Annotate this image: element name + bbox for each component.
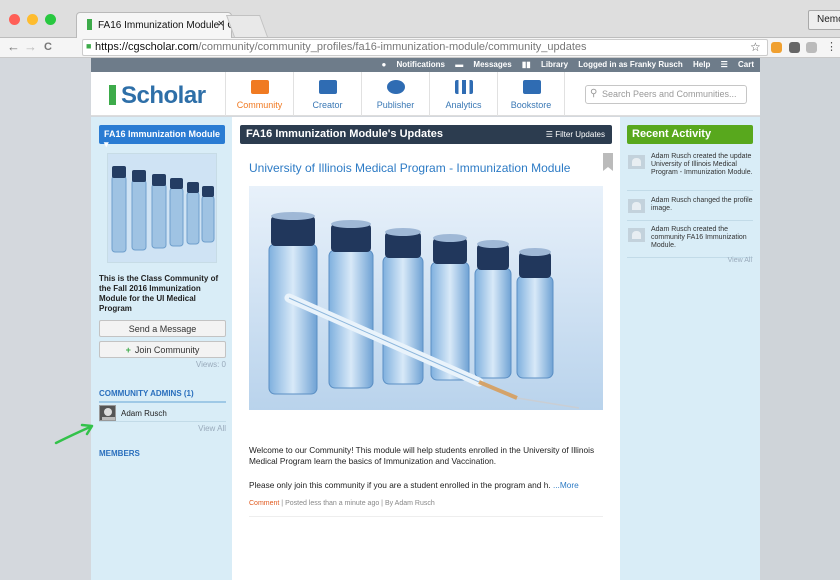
tab-close-icon[interactable]: × [218,18,224,30]
recent-activity-heading: Recent Activity [627,125,753,144]
help-link[interactable]: Help [693,60,710,69]
nav-bookstore[interactable]: Bookstore [497,72,565,116]
url-path: /community/community_profiles/fa16-immun… [198,41,587,53]
scholar-logo[interactable]: Scholar [109,82,206,110]
views-count: Views: 0 [195,360,226,369]
analytics-icon [455,80,473,94]
updates-feed: FA16 Immunization Module's Updates ☰ Fil… [232,117,620,580]
creator-icon [319,80,337,94]
bookmark-star-icon[interactable]: ☆ [750,40,761,54]
extension-icon[interactable] [806,42,817,53]
maximize-window-button[interactable] [45,14,56,25]
search-input[interactable]: ⚲ Search Peers and Communities... [585,85,747,104]
nav-analytics[interactable]: Analytics [429,72,497,116]
messages-link[interactable]: ▬ Messages [455,60,511,69]
browser-tab-strip: FA16 Immunization Module | C × Nemo [0,0,840,38]
logo-bar-icon [109,85,116,105]
scholar-favicon-icon [87,19,92,30]
view-all-activity-link[interactable]: View All [728,257,752,264]
post-author: By Adam Rusch [384,500,435,507]
reload-icon[interactable]: C [44,41,52,53]
admin-item[interactable]: Adam Rusch [99,404,226,422]
recent-activity-panel: Recent Activity Adam Rusch created the u… [620,117,760,580]
community-admins-heading: COMMUNITY ADMINS (1) [99,389,226,403]
activity-item[interactable]: Adam Rusch created the update University… [627,153,753,191]
publisher-icon [387,80,405,94]
community-sidebar: FA16 Immunization Module ▾ This is the C… [91,117,232,580]
green-arrow-annotation [54,423,94,445]
activity-item[interactable]: Adam Rusch changed the profile image. [627,197,753,221]
post-title-link[interactable]: University of Illinois Medical Program -… [249,161,570,175]
divider [249,516,603,517]
logged-in-menu[interactable]: Logged in as Franky Rusch [578,60,682,69]
avatar-placeholder-icon [628,155,645,169]
forward-arrow-icon[interactable]: → [24,39,37,54]
page-margin [760,58,840,580]
extension-icon[interactable] [771,42,782,53]
community-icon [251,80,269,94]
browser-toolbar: ← → C ■ https://cgscholar.com/community/… [0,38,840,58]
cart-link[interactable]: ☰ Cart [721,60,754,69]
avatar-placeholder-icon [628,199,645,213]
vials-thumbnail [108,154,216,262]
nav-community[interactable]: Community [225,72,293,116]
plus-icon: + [125,345,131,355]
members-heading: MEMBERS [99,449,140,458]
extension-icon[interactable] [789,42,800,53]
address-bar[interactable]: ■ https://cgscholar.com/community/commun… [82,39,768,56]
post-meta: Comment | Posted less than a minute ago … [249,500,435,507]
utility-bar: ● Notifications ▬ Messages ▮▮ Library Lo… [91,58,760,72]
search-placeholder: Search Peers and Communities... [602,89,737,99]
filter-updates-button[interactable]: ☰ Filter Updates [546,130,605,139]
more-link[interactable]: ...More [553,480,579,490]
join-community-button[interactable]: + Join Community [99,341,226,358]
page: ● Notifications ▬ Messages ▮▮ Library Lo… [0,58,840,580]
browser-tab[interactable]: FA16 Immunization Module | C × [76,12,232,38]
library-link[interactable]: ▮▮ Library [522,60,568,69]
view-all-admins-link[interactable]: View All [198,424,226,433]
search-icon: ⚲ [590,88,598,99]
comment-link[interactable]: Comment [249,500,279,507]
new-tab-button[interactable] [225,15,269,37]
site-header: Scholar Community Creator Publisher Anal… [91,72,760,116]
minimize-window-button[interactable] [27,14,38,25]
avatar-placeholder-icon [628,228,645,242]
lock-icon: ■ [86,41,92,51]
post-image[interactable] [249,186,603,410]
nav-publisher[interactable]: Publisher [361,72,429,116]
community-profile-image [107,153,217,263]
bookmark-icon[interactable] [603,153,613,171]
notifications-link[interactable]: ● Notifications [381,60,445,69]
admin-name: Adam Rusch [121,409,167,418]
close-window-button[interactable] [9,14,20,25]
vaccine-vials-image [249,186,603,410]
updates-heading: FA16 Immunization Module's Updates ☰ Fil… [240,125,612,144]
url-host: https://cgscholar.com [95,41,199,53]
posted-time: Posted less than a minute ago [285,500,380,507]
bookstore-icon [523,80,541,94]
community-dropdown-button[interactable]: FA16 Immunization Module ▾ [99,125,225,149]
avatar [99,405,116,421]
post-body: Welcome to our Community! This module wi… [249,445,595,466]
activity-item[interactable]: Adam Rusch created the community FA16 Im… [627,226,753,258]
post-body-more: Please only join this community if you a… [249,480,579,490]
send-message-button[interactable]: Send a Message [99,320,226,337]
community-description: This is the Class Community of the Fall … [99,274,219,313]
browser-profile-button[interactable]: Nemo [808,10,840,30]
nav-creator[interactable]: Creator [293,72,361,116]
browser-menu-icon[interactable]: ⋮ [826,40,837,53]
back-arrow-icon[interactable]: ← [7,39,20,54]
tab-title: FA16 Immunization Module | C [98,20,232,31]
